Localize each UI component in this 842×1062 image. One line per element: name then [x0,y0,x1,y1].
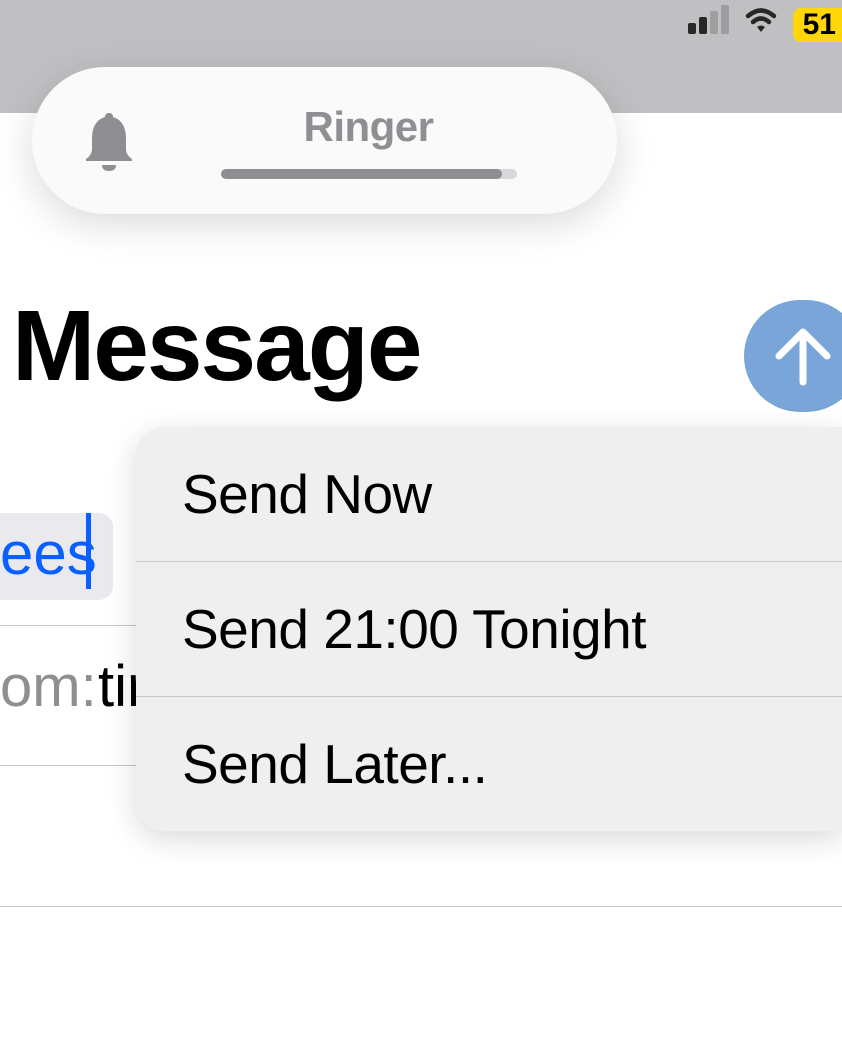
send-now-option[interactable]: Send Now [136,427,842,562]
ringer-volume-hud: Ringer [32,67,617,214]
send-later-option[interactable]: Send Later... [136,697,842,831]
battery-percentage: 51 [803,10,836,40]
send-button[interactable] [744,300,842,412]
battery-level-badge: 51 [793,8,842,42]
ringer-label: Ringer [303,103,433,151]
recipient-text-fragment: ees [0,520,97,587]
send-tonight-option[interactable]: Send 21:00 Tonight [136,562,842,697]
text-cursor [86,513,91,589]
recipient-chip[interactable]: ees [0,513,113,600]
wifi-icon [743,8,779,36]
send-options-menu: Send Now Send 21:00 Tonight Send Later..… [136,427,842,831]
compose-message-area: Message ees om: tir Send Now Send 21:00 … [0,113,842,1062]
menu-item-label: Send Now [182,463,432,525]
menu-item-label: Send 21:00 Tonight [182,598,646,660]
ringer-volume-slider[interactable] [221,169,517,179]
from-label: om: [0,653,97,720]
bell-icon [80,109,138,173]
page-title: Message [12,289,420,404]
arrow-up-icon [775,326,831,386]
menu-item-label: Send Later... [182,733,487,795]
ringer-volume-fill [221,169,502,179]
cellular-signal-icon [688,8,729,34]
divider [0,906,842,907]
